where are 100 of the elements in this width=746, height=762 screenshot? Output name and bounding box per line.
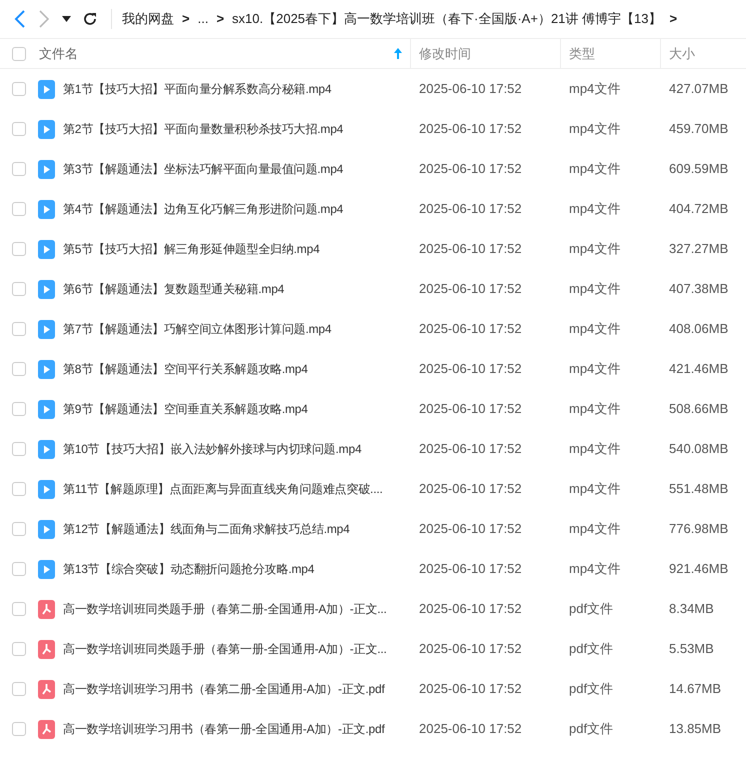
file-type: pdf文件 (569, 640, 614, 658)
modified-time: 2025-06-10 17:52 (419, 360, 522, 378)
breadcrumb-link[interactable]: ... (198, 9, 208, 29)
video-file-icon (38, 200, 55, 218)
file-name[interactable]: 第12节【解题通法】线面角与二面角求解技巧总结.mp4 (63, 520, 350, 538)
select-all-checkbox[interactable] (12, 46, 26, 60)
file-name[interactable]: 第13节【综合突破】动态翻折问题抢分攻略.mp4 (63, 560, 314, 578)
file-size: 404.72MB (669, 200, 728, 218)
file-name[interactable]: 第1节【技巧大招】平面向量分解系数高分秘籍.mp4 (63, 80, 332, 98)
file-name[interactable]: 第5节【技巧大招】解三角形延伸题型全归纳.mp4 (63, 240, 320, 258)
breadcrumb-separator: > (669, 10, 678, 28)
row-checkbox[interactable] (12, 362, 26, 376)
file-name[interactable]: 第9节【解题通法】空间垂直关系解题攻略.mp4 (63, 400, 308, 418)
breadcrumb-link[interactable]: 我的网盘 (122, 9, 174, 29)
file-name[interactable]: 第3节【解题通法】坐标法巧解平面向量最值问题.mp4 (63, 160, 344, 178)
file-type: pdf文件 (569, 680, 614, 698)
back-icon[interactable] (14, 10, 26, 28)
file-name[interactable]: 高一数学培训班同类题手册（春第二册-全国通用-A加）-正文... (63, 600, 387, 618)
row-checkbox[interactable] (12, 722, 26, 736)
refresh-icon[interactable] (83, 12, 97, 26)
row-checkbox[interactable] (12, 562, 26, 576)
row-checkbox[interactable] (12, 642, 26, 656)
modified-time: 2025-06-10 17:52 (419, 560, 522, 578)
pdf-file-icon (38, 640, 55, 658)
video-file-icon (38, 560, 55, 578)
row-checkbox[interactable] (12, 282, 26, 296)
file-type: mp4文件 (569, 320, 620, 338)
file-name[interactable]: 第4节【解题通法】边角互化巧解三角形进阶问题.mp4 (63, 200, 344, 218)
file-type: mp4文件 (569, 440, 620, 458)
modified-time: 2025-06-10 17:52 (419, 440, 522, 458)
row-checkbox[interactable] (12, 322, 26, 336)
file-name[interactable]: 高一数学培训班学习用书（春第二册-全国通用-A加）-正文.pdf (63, 680, 385, 698)
file-type: mp4文件 (569, 480, 620, 498)
forward-icon[interactable] (38, 10, 50, 28)
video-file-icon (38, 160, 55, 178)
file-size: 13.85MB (669, 720, 722, 738)
dropdown-icon[interactable] (62, 16, 71, 22)
modified-time: 2025-06-10 17:52 (419, 480, 522, 498)
modified-time: 2025-06-10 17:52 (419, 320, 522, 338)
column-header[interactable]: 大小 (669, 44, 695, 64)
row-checkbox[interactable] (12, 602, 26, 616)
column-header[interactable]: 类型 (569, 44, 595, 64)
column-header[interactable]: 文件名 (39, 44, 78, 64)
file-name[interactable]: 第10节【技巧大招】嵌入法妙解外接球与内切球问题.mp4 (63, 440, 362, 458)
row-checkbox[interactable] (12, 162, 26, 176)
modified-time: 2025-06-10 17:52 (419, 400, 522, 418)
row-checkbox[interactable] (12, 82, 26, 96)
video-file-icon (38, 240, 55, 258)
row-checkbox[interactable] (12, 122, 26, 136)
row-checkbox[interactable] (12, 442, 26, 456)
row-checkbox[interactable] (12, 202, 26, 216)
column-header[interactable]: 修改时间 (419, 44, 471, 64)
breadcrumb-link[interactable]: sx10.【2025春下】高一数学培训班（春下·全国版·A+）21讲 傅博宇【13】 (232, 9, 662, 29)
file-name[interactable]: 高一数学培训班学习用书（春第一册-全国通用-A加）-正文.pdf (63, 720, 385, 738)
modified-time: 2025-06-10 17:52 (419, 240, 522, 258)
file-size: 407.38MB (669, 280, 728, 298)
modified-time: 2025-06-10 17:52 (419, 280, 522, 298)
video-file-icon (38, 320, 55, 338)
file-size: 408.06MB (669, 320, 728, 338)
file-name[interactable]: 高一数学培训班同类题手册（春第一册-全国通用-A加）-正文... (63, 640, 387, 658)
modified-time: 2025-06-10 17:52 (419, 720, 522, 738)
pdf-file-icon (38, 720, 55, 738)
file-type: mp4文件 (569, 400, 620, 418)
file-type: mp4文件 (569, 160, 620, 178)
video-file-icon (38, 520, 55, 538)
modified-time: 2025-06-10 17:52 (419, 160, 522, 178)
file-size: 609.59MB (669, 160, 728, 178)
file-type: mp4文件 (569, 200, 620, 218)
video-file-icon (38, 360, 55, 378)
modified-time: 2025-06-10 17:52 (419, 80, 522, 98)
file-size: 551.48MB (669, 480, 728, 498)
file-type: mp4文件 (569, 360, 620, 378)
file-size: 921.46MB (669, 560, 728, 578)
file-name[interactable]: 第8节【解题通法】空间平行关系解题攻略.mp4 (63, 360, 308, 378)
file-type: mp4文件 (569, 120, 620, 138)
file-name[interactable]: 第2节【技巧大招】平面向量数量积秒杀技巧大招.mp4 (63, 120, 344, 138)
file-name[interactable]: 第7节【解题通法】巧解空间立体图形计算问题.mp4 (63, 320, 332, 338)
file-name[interactable]: 第6节【解题通法】复数题型通关秘籍.mp4 (63, 280, 284, 298)
row-checkbox[interactable] (12, 522, 26, 536)
row-checkbox[interactable] (12, 402, 26, 416)
sort-ascending-icon[interactable] (394, 48, 402, 59)
file-size: 508.66MB (669, 400, 728, 418)
modified-time: 2025-06-10 17:52 (419, 120, 522, 138)
row-checkbox[interactable] (12, 242, 26, 256)
file-name[interactable]: 第11节【解题原理】点面距离与异面直线夹角问题难点突破.... (63, 480, 383, 498)
modified-time: 2025-06-10 17:52 (419, 640, 522, 658)
modified-time: 2025-06-10 17:52 (419, 680, 522, 698)
video-file-icon (38, 480, 55, 498)
file-size: 421.46MB (669, 360, 728, 378)
file-type: mp4文件 (569, 560, 620, 578)
file-size: 5.53MB (669, 640, 714, 658)
file-type: pdf文件 (569, 720, 614, 738)
video-file-icon (38, 400, 55, 418)
breadcrumb-separator: > (182, 10, 190, 28)
row-checkbox[interactable] (12, 482, 26, 496)
file-size: 427.07MB (669, 80, 728, 98)
modified-time: 2025-06-10 17:52 (419, 200, 522, 218)
file-type: mp4文件 (569, 240, 620, 258)
row-checkbox[interactable] (12, 682, 26, 696)
modified-time: 2025-06-10 17:52 (419, 520, 522, 538)
